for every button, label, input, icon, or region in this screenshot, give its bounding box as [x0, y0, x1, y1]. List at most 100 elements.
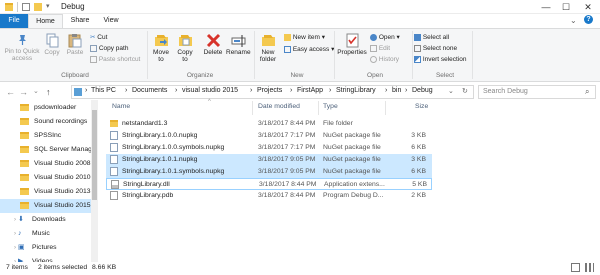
- maximize-button[interactable]: ☐: [556, 0, 576, 14]
- details-view-icon[interactable]: [571, 263, 580, 272]
- close-button[interactable]: ✕: [578, 0, 598, 14]
- refresh-icon[interactable]: ↻: [462, 87, 468, 95]
- select-group-label: Select: [435, 72, 455, 79]
- invert-selection-button[interactable]: Invert selection: [414, 55, 467, 64]
- nav-item[interactable]: › ⬇ Downloads: [0, 213, 94, 227]
- properties-icon: [345, 33, 360, 48]
- nav-item[interactable]: SQL Server Manag: [0, 143, 94, 157]
- properties-label: Properties: [337, 49, 367, 56]
- paste-button[interactable]: Paste: [64, 33, 86, 56]
- nav-item[interactable]: SPSSInc: [0, 129, 94, 143]
- file-name: StringLibrary.dll: [123, 181, 170, 188]
- file-type: NuGet package file: [323, 168, 381, 175]
- select-all-button[interactable]: Select all: [414, 33, 449, 42]
- move-to-button[interactable]: Move to: [150, 33, 172, 63]
- minimize-button[interactable]: —: [536, 0, 556, 14]
- nav-item[interactable]: psdownloader: [0, 101, 94, 115]
- copy-button[interactable]: Copy: [42, 33, 62, 56]
- breadcrumb-projects[interactable]: Projects: [257, 87, 282, 94]
- pin-quick-access-button[interactable]: Pin to Quick access: [3, 33, 41, 62]
- nav-item[interactable]: Sound recordings: [0, 115, 94, 129]
- address-dropdown-icon[interactable]: ⌄: [448, 87, 454, 95]
- edit-button[interactable]: Edit: [370, 44, 390, 53]
- rename-button[interactable]: Rename: [226, 33, 251, 56]
- divider: [472, 31, 473, 79]
- nav-item[interactable]: Visual Studio 2013: [0, 185, 94, 199]
- breadcrumb-documents[interactable]: Documents: [132, 87, 167, 94]
- tab-file[interactable]: File: [0, 14, 28, 28]
- breadcrumb-stringlibrary[interactable]: StringLibrary: [336, 87, 376, 94]
- copy-path-button[interactable]: Copy path: [90, 44, 128, 53]
- nav-item-label: Visual Studio 2015: [34, 202, 91, 209]
- divider: [254, 31, 255, 79]
- nav-scrollbar-thumb[interactable]: [92, 110, 97, 200]
- file-date: 3/18/2017 8:44 PM: [258, 120, 316, 127]
- file-row[interactable]: StringLibrary.dll 3/18/2017 8:44 PM Applic…: [106, 178, 432, 190]
- recent-locations-icon[interactable]: ⌄: [33, 84, 39, 100]
- breadcrumb-separator: ›: [175, 87, 178, 94]
- open-button[interactable]: Open ▾: [370, 33, 400, 42]
- file-row[interactable]: StringLibrary.1.0.0.nupkg 3/18/2017 7:17 …: [106, 130, 432, 142]
- expand-arrow-icon[interactable]: ›: [14, 231, 16, 237]
- expand-arrow-icon[interactable]: ›: [14, 217, 16, 223]
- nav-item[interactable]: Visual Studio 2008: [0, 157, 94, 171]
- expand-arrow-icon[interactable]: ›: [14, 245, 16, 251]
- forward-arrow-icon[interactable]: →: [19, 84, 28, 100]
- column-header-size[interactable]: Size: [415, 103, 428, 110]
- divider: [147, 31, 148, 79]
- back-arrow-icon[interactable]: ←: [6, 84, 15, 100]
- nav-item-label: Visual Studio 2013: [34, 188, 91, 195]
- new-folder-button[interactable]: New folder: [256, 33, 280, 63]
- history-icon: [370, 55, 377, 63]
- nav-item[interactable]: › ▣ Pictures: [0, 241, 94, 255]
- select-none-icon: [414, 44, 421, 52]
- cut-button[interactable]: ✂ Cut: [90, 33, 107, 42]
- tab-share[interactable]: Share: [64, 14, 96, 28]
- quick-access-dropdown-icon[interactable]: ▾: [46, 2, 50, 10]
- file-row[interactable]: StringLibrary.1.0.0.symbols.nupkg 3/18/20…: [106, 142, 432, 154]
- search-input[interactable]: Search Debug ⌕: [478, 85, 596, 99]
- nav-item[interactable]: › ♪ Music: [0, 227, 94, 241]
- cut-label: Cut: [97, 34, 108, 41]
- breadcrumb-debug[interactable]: Debug: [412, 87, 433, 94]
- up-arrow-icon[interactable]: ↑: [46, 84, 51, 100]
- delete-button[interactable]: Delete: [202, 33, 224, 56]
- file-icon: [110, 130, 118, 140]
- file-row[interactable]: StringLibrary.1.0.1.nupkg 3/18/2017 9:05 …: [106, 154, 432, 166]
- copy-to-button[interactable]: Copy to: [174, 33, 196, 63]
- tab-home[interactable]: Home: [28, 14, 63, 28]
- breadcrumb-this-pc[interactable]: This PC: [91, 87, 116, 94]
- search-icon: ⌕: [585, 87, 590, 96]
- breadcrumb-visual-studio[interactable]: visual studio 2015: [182, 87, 238, 94]
- file-row[interactable]: netstandard1.3 3/18/2017 8:44 PM File fold…: [106, 118, 432, 130]
- file-row[interactable]: StringLibrary.pdb 3/18/2017 8:44 PM Progra…: [106, 190, 432, 202]
- select-none-button[interactable]: Select none: [414, 44, 457, 53]
- file-row[interactable]: StringLibrary.1.0.1.symbols.nupkg 3/18/20…: [106, 166, 432, 178]
- new-folder-quick-icon[interactable]: [34, 3, 42, 11]
- nav-item[interactable]: Visual Studio 2015: [0, 199, 94, 213]
- column-header-name[interactable]: Name: [112, 103, 130, 110]
- file-icon: [110, 166, 118, 176]
- nav-item[interactable]: Visual Studio 2010: [0, 171, 94, 185]
- large-icons-view-icon[interactable]: [585, 263, 594, 272]
- breadcrumb-firstapp[interactable]: FirstApp: [297, 87, 323, 94]
- column-header-date[interactable]: Date modified: [258, 103, 300, 110]
- folder-icon: [20, 201, 29, 209]
- delete-icon: [206, 33, 221, 48]
- paste-shortcut-label: Paste shortcut: [98, 56, 141, 63]
- divider: [252, 101, 253, 115]
- properties-quick-icon[interactable]: [22, 3, 30, 11]
- file-type: File folder: [323, 120, 353, 127]
- new-item-button[interactable]: New item ▾: [284, 33, 325, 42]
- help-icon[interactable]: ?: [584, 15, 593, 24]
- breadcrumb-bin[interactable]: bin: [392, 87, 401, 94]
- tab-view[interactable]: View: [96, 14, 126, 28]
- paste-shortcut-button[interactable]: Paste shortcut: [90, 55, 140, 64]
- expand-ribbon-icon[interactable]: ⌄: [570, 16, 577, 25]
- history-button[interactable]: History: [370, 55, 399, 64]
- breadcrumb-separator: ›: [85, 87, 88, 94]
- easy-access-button[interactable]: Easy access ▾: [284, 45, 334, 54]
- column-header-type[interactable]: Type: [323, 103, 338, 110]
- properties-button[interactable]: Properties: [336, 33, 368, 56]
- this-pc-icon: [74, 88, 82, 96]
